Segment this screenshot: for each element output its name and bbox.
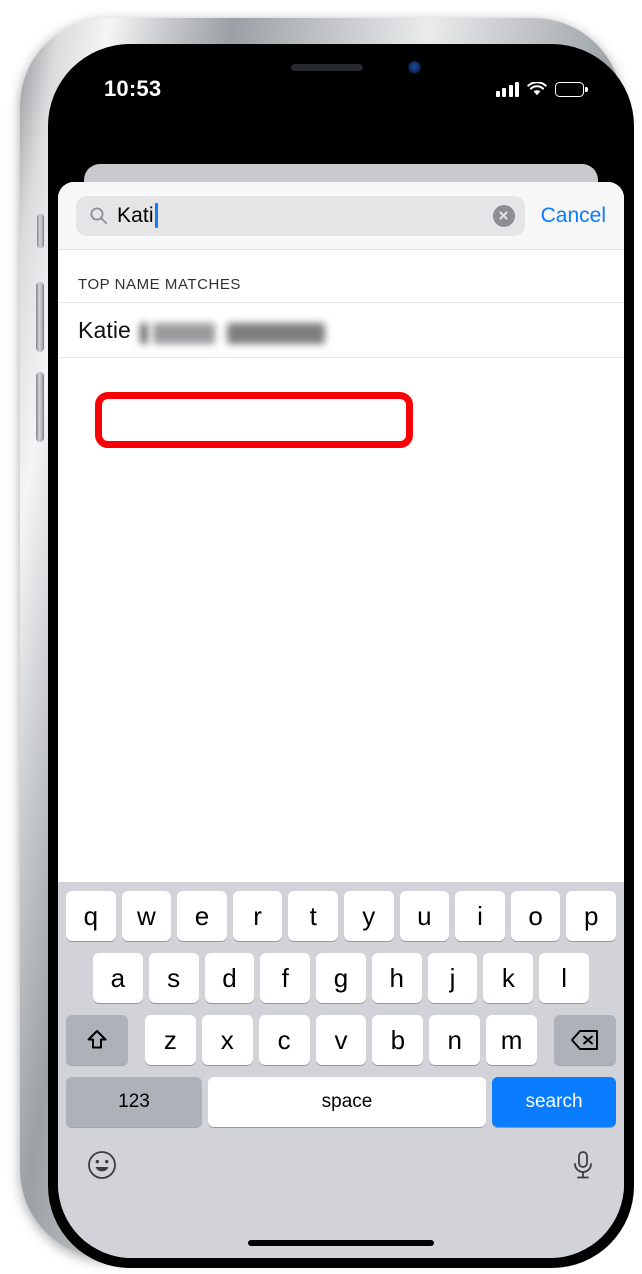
key-m[interactable]: m [486,1015,538,1065]
key-s[interactable]: s [148,953,199,1003]
numbers-key[interactable]: 123 [66,1077,202,1127]
key-u[interactable]: u [399,891,450,941]
keyboard-bottom-bar [58,1127,624,1189]
search-return-key[interactable]: search [492,1077,616,1127]
key-q[interactable]: q [66,891,116,941]
search-modal-sheet: Kati Cancel TOP NAME MATCHES Katie q w e… [58,182,624,1258]
phone-hardware-frame: 10:53 Kati Cancel TOP NAME MATCHES Katie… [20,18,634,1268]
key-v[interactable]: v [315,1015,367,1065]
keyboard-row-4: 123 space search [58,1077,624,1127]
volume-down-button[interactable] [36,372,44,442]
keyboard-row-3: z x c v b n m [58,1015,624,1065]
search-results-area: TOP NAME MATCHES Katie [58,250,624,882]
on-screen-keyboard: q w e r t y u i o p a s d f g h j k l z … [58,882,624,1258]
keyboard-row-1: q w e r t y u i o p [58,891,624,941]
search-input[interactable]: Kati [76,195,525,236]
status-bar-time: 10:53 [104,76,162,101]
key-i[interactable]: i [455,891,505,941]
home-indicator[interactable] [248,1240,434,1246]
status-bar-icons [495,81,588,97]
keyboard-row-2: a s d f g h j k l [58,953,624,1003]
backspace-delete-icon[interactable] [554,1015,616,1065]
key-d[interactable]: d [204,953,255,1003]
key-w[interactable]: w [121,891,172,941]
clear-circle-icon[interactable] [492,204,515,227]
key-c[interactable]: c [258,1015,310,1065]
table-row[interactable]: Katie [58,302,624,358]
front-camera-icon [408,61,421,74]
shift-arrow-icon[interactable] [66,1015,128,1065]
microphone-icon[interactable] [570,1149,596,1181]
search-query-text: Kati [117,203,154,227]
key-l[interactable]: l [539,953,590,1003]
results-section-header: TOP NAME MATCHES [78,276,241,293]
annotation-highlight-box [95,392,413,448]
redacted-surname [139,322,325,344]
mute-switch-button[interactable] [37,214,44,248]
key-g[interactable]: g [316,953,366,1003]
key-h[interactable]: h [371,953,422,1003]
key-j[interactable]: j [427,953,478,1003]
search-value-wrapper: Kati [117,203,484,228]
search-header: Kati Cancel [58,182,624,250]
key-n[interactable]: n [429,1015,481,1065]
text-cursor-caret [155,203,158,228]
key-k[interactable]: k [483,953,534,1003]
cancel-button[interactable]: Cancel [537,204,610,228]
phone-screen: 10:53 Kati Cancel TOP NAME MATCHES Katie… [58,54,624,1258]
cellular-signal-icon [495,81,519,97]
earpiece-speaker-icon [291,64,363,71]
battery-icon [555,81,588,97]
key-t[interactable]: t [288,891,338,941]
key-z[interactable]: z [145,1015,196,1065]
wifi-icon [527,81,547,95]
display-notch [235,54,447,84]
key-p[interactable]: p [566,891,616,941]
key-r[interactable]: r [232,891,283,941]
key-o[interactable]: o [510,891,561,941]
key-a[interactable]: a [92,953,143,1003]
key-e[interactable]: e [177,891,227,941]
key-f[interactable]: f [260,953,311,1003]
space-key[interactable]: space [208,1077,486,1127]
key-b[interactable]: b [372,1015,424,1065]
key-x[interactable]: x [201,1015,253,1065]
contact-name-text: Katie [78,316,131,343]
search-icon [90,207,108,225]
key-y[interactable]: y [344,891,394,941]
volume-up-button[interactable] [36,282,44,352]
keyboard-row-3-letters: z x c v b n m [131,1015,551,1065]
emoji-smiley-icon[interactable] [86,1149,118,1181]
